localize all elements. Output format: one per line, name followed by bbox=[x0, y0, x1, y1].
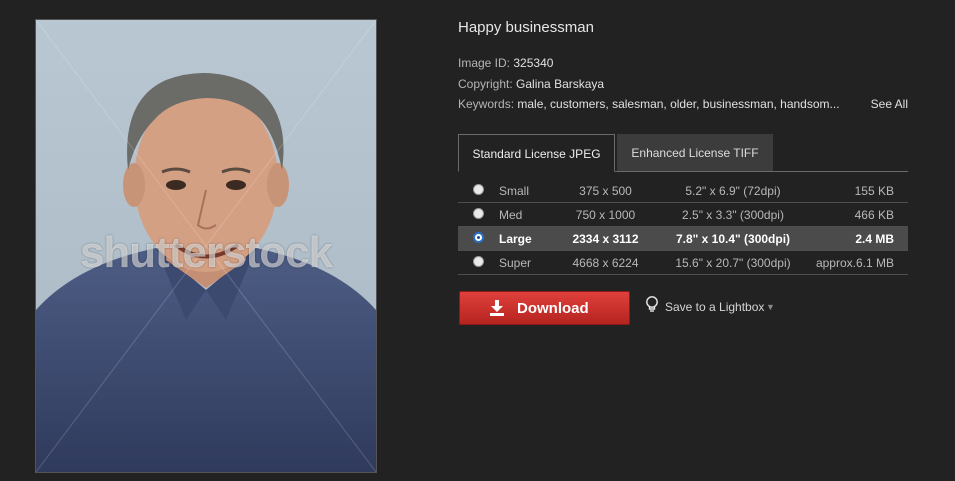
size-options: Small 375 x 500 5.2" x 6.9" (72dpi) 155 … bbox=[458, 179, 908, 275]
size-radio-small[interactable] bbox=[473, 184, 484, 195]
copyright-link[interactable]: Galina Barskaya bbox=[516, 77, 604, 91]
image-preview: shutterstock bbox=[35, 19, 377, 473]
lightbulb-icon bbox=[645, 296, 659, 317]
size-row-small[interactable]: Small 375 x 500 5.2" x 6.9" (72dpi) 155 … bbox=[458, 179, 908, 203]
size-inches: 7.8" x 10.4" (300dpi) bbox=[675, 232, 791, 246]
image-id-value: 325340 bbox=[513, 56, 554, 70]
copyright-label: Copyright: bbox=[458, 77, 513, 91]
size-filesize: approx.6.1 MB bbox=[815, 256, 894, 270]
lightbox-label: Save to a Lightbox bbox=[665, 300, 765, 314]
watermark-text: shutterstock bbox=[79, 228, 333, 277]
image-title: Happy businessman bbox=[458, 19, 594, 36]
size-filesize: 155 KB bbox=[854, 184, 894, 198]
tab-standard-license[interactable]: Standard License JPEG bbox=[458, 134, 615, 172]
size-inches: 15.6" x 20.7" (300dpi) bbox=[675, 256, 791, 270]
size-name: Small bbox=[499, 184, 530, 198]
download-button[interactable]: Download bbox=[459, 291, 630, 325]
size-inches: 5.2" x 6.9" (72dpi) bbox=[685, 184, 781, 198]
size-row-large[interactable]: Large 2334 x 3112 7.8" x 10.4" (300dpi) … bbox=[458, 227, 908, 251]
size-name: Super bbox=[499, 256, 532, 270]
caret-down-icon[interactable]: ▼ bbox=[766, 302, 775, 312]
size-filesize: 466 KB bbox=[854, 208, 894, 222]
keywords: Keywords: male, customers, salesman, old… bbox=[458, 97, 908, 111]
size-row-super[interactable]: Super 4668 x 6224 15.6" x 20.7" (300dpi)… bbox=[458, 251, 908, 275]
see-all-link[interactable]: See All bbox=[871, 97, 908, 111]
size-name: Med bbox=[499, 208, 523, 222]
size-filesize: 2.4 MB bbox=[855, 232, 894, 246]
size-radio-large[interactable] bbox=[473, 232, 484, 243]
download-label: Download bbox=[517, 300, 589, 317]
size-row-med[interactable]: Med 750 x 1000 2.5" x 3.3" (300dpi) 466 … bbox=[458, 203, 908, 227]
download-arrow-icon bbox=[490, 300, 504, 320]
size-radio-super[interactable] bbox=[473, 256, 484, 267]
size-name: Large bbox=[499, 232, 532, 246]
size-radio-med[interactable] bbox=[473, 208, 484, 219]
copyright: Copyright: Galina Barskaya bbox=[458, 77, 604, 91]
keywords-label: Keywords: bbox=[458, 97, 515, 111]
image-id-label: Image ID: bbox=[458, 56, 511, 70]
tab-enhanced-license[interactable]: Enhanced License TIFF bbox=[617, 134, 773, 171]
license-tabs: Standard License JPEG Enhanced License T… bbox=[458, 134, 908, 172]
keywords-list[interactable]: male, customers, salesman, older, busine… bbox=[517, 97, 857, 111]
size-inches: 2.5" x 3.3" (300dpi) bbox=[682, 208, 784, 222]
image-id: Image ID: 325340 bbox=[458, 56, 553, 70]
